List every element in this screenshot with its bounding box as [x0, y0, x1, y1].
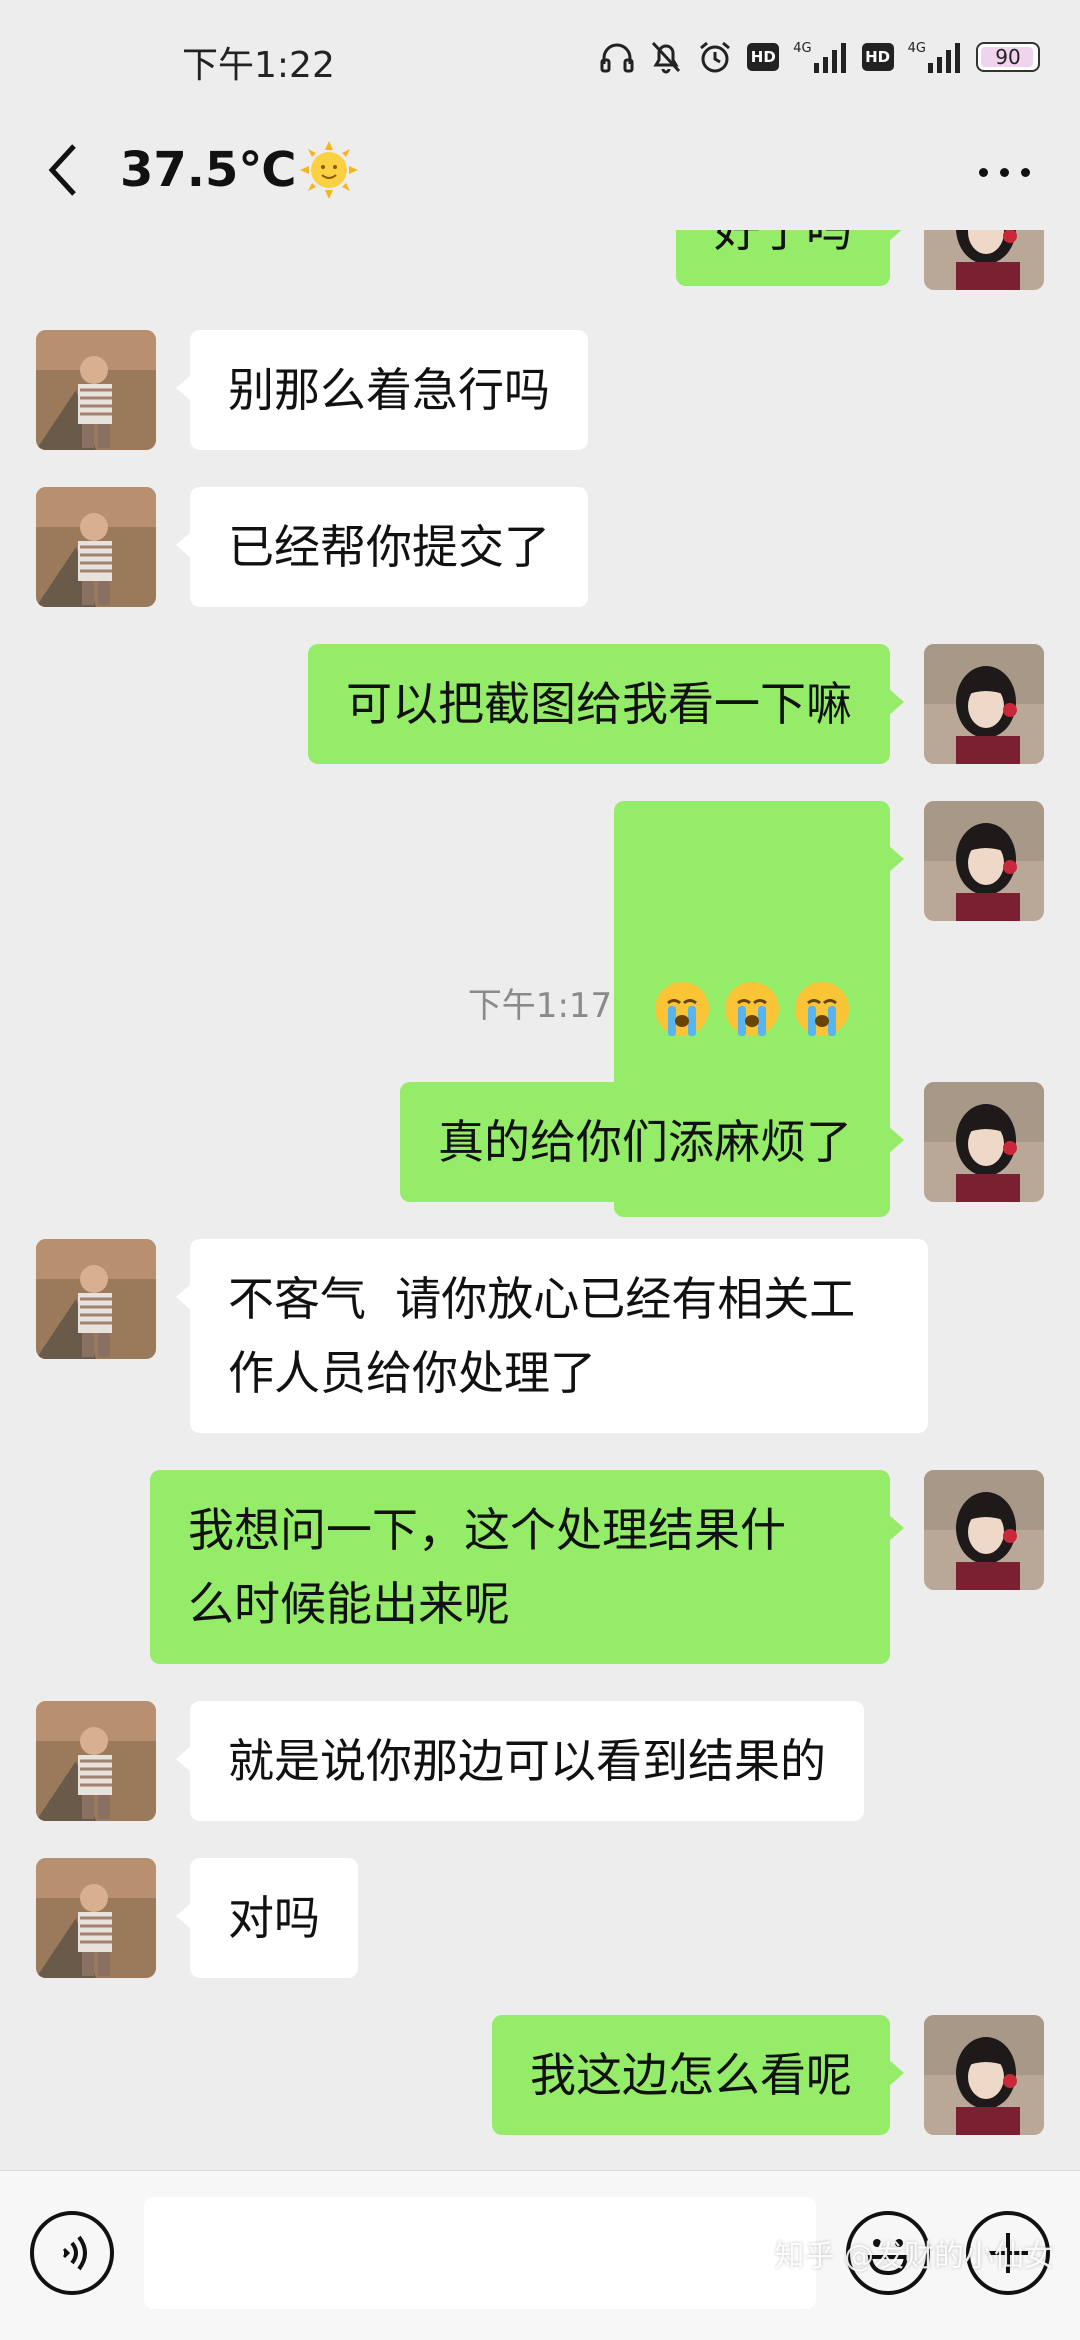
- message-row: 好了吗: [0, 230, 1080, 290]
- mute-bell-icon: [652, 41, 681, 74]
- message-row: 真的给你们添麻烦了: [0, 1082, 1080, 1202]
- message-row: 我这边怎么看呢: [0, 2015, 1080, 2135]
- battery-level: 90: [995, 45, 1021, 69]
- avatar-other[interactable]: [36, 1701, 156, 1821]
- sun-with-face-icon: [299, 141, 358, 199]
- sent-bubble[interactable]: 我想问一下，这个处理结果什 么时候能出来呢: [150, 1470, 904, 1664]
- back-button[interactable]: [38, 135, 88, 205]
- sent-bubble[interactable]: 我这边怎么看呢: [492, 2015, 904, 2135]
- message-row: 不客气 请你放心已经有相关工 作人员给你处理了: [0, 1239, 1080, 1435]
- avatar-other[interactable]: [36, 487, 156, 607]
- chat-title: 37.5℃: [120, 140, 359, 200]
- avatar-self[interactable]: [924, 1470, 1044, 1590]
- time-divider: 下午1:17: [467, 986, 613, 1026]
- input-bar: 知乎 @发财的小仙女: [0, 2170, 1080, 2340]
- chevron-left-icon: [48, 144, 76, 196]
- chat-header: 37.5℃: [0, 120, 1080, 230]
- received-bubble[interactable]: 对吗: [176, 1858, 358, 1978]
- avatar-self[interactable]: [924, 1082, 1044, 1202]
- hd-badge: HD: [747, 43, 780, 71]
- dot: [999, 167, 1009, 177]
- hd-badge-2: HD: [861, 43, 894, 71]
- more-options-button[interactable]: [964, 142, 1044, 202]
- status-bar: 下午1:22 HD 4G HD 4G 90: [0, 0, 1080, 120]
- avatar-other[interactable]: [36, 1239, 156, 1359]
- voice-icon: [62, 2235, 87, 2271]
- headphones-icon: [600, 43, 634, 73]
- avatar-boy-icon: [36, 1701, 156, 1821]
- dot: [978, 167, 988, 177]
- sent-bubble[interactable]: 真的给你们添麻烦了: [400, 1082, 904, 1202]
- status-time: 下午1:22: [182, 45, 335, 86]
- sent-bubble[interactable]: 可以把截图给我看一下嘛: [308, 644, 904, 764]
- received-bubble[interactable]: 别那么着急行吗: [176, 330, 588, 450]
- avatar-girl-icon: [924, 801, 1044, 921]
- signal-icon-2: [928, 43, 960, 73]
- avatar-other[interactable]: [36, 1858, 156, 1978]
- message-row: 别那么着急行吗: [0, 330, 1080, 450]
- sent-bubble[interactable]: 好了吗: [676, 230, 904, 286]
- message-row: 已经帮你提交了: [0, 487, 1080, 607]
- battery-icon: 90: [976, 42, 1040, 72]
- avatar-girl-icon: [924, 2015, 1044, 2135]
- avatar-boy-icon: [36, 1239, 156, 1359]
- received-bubble[interactable]: 就是说你那边可以看到结果的: [176, 1701, 864, 1821]
- watermark: 知乎 @发财的小仙女: [774, 2239, 1054, 2274]
- chat-title-text: 37.5℃: [120, 142, 297, 198]
- received-bubble[interactable]: 不客气 请你放心已经有相关工 作人员给你处理了: [176, 1239, 928, 1433]
- avatar-self[interactable]: [924, 644, 1044, 764]
- avatar-boy-icon: [36, 330, 156, 450]
- message-row: 我想问一下，这个处理结果什 么时候能出来呢: [0, 1470, 1080, 1666]
- message-row: 可以把截图给我看一下嘛: [0, 644, 1080, 764]
- signal-icon: [813, 43, 846, 73]
- message-row: 就是说你那边可以看到结果的: [0, 1701, 1080, 1821]
- avatar-girl-icon: [924, 644, 1044, 764]
- status-icons: HD 4G HD 4G 90: [599, 34, 1040, 80]
- message-row: 对吗: [0, 1858, 1080, 1978]
- signal-group-1: 4G: [793, 41, 847, 73]
- network-label: 4G: [793, 41, 812, 56]
- avatar-boy-icon: [36, 487, 156, 607]
- message-input[interactable]: [144, 2197, 816, 2309]
- avatar-girl-icon: [924, 230, 1044, 290]
- avatar-self[interactable]: [924, 801, 1044, 921]
- chat-messages[interactable]: 好了吗 别那么着急行吗 已经帮你提交了 可以把截图给我看一下嘛 下午1:17 真…: [0, 230, 1080, 2170]
- avatar-self[interactable]: [924, 2015, 1044, 2135]
- signal-group-2: 4G: [908, 41, 962, 73]
- alarm-icon: [700, 41, 731, 73]
- avatar-girl-icon: [924, 1082, 1044, 1202]
- message-row: [0, 801, 1080, 1217]
- network-label-2: 4G: [907, 41, 926, 56]
- voice-button[interactable]: [30, 2211, 114, 2295]
- dot: [1020, 167, 1030, 177]
- received-bubble[interactable]: 已经帮你提交了: [176, 487, 588, 607]
- avatar-boy-icon: [36, 1858, 156, 1978]
- avatar-self[interactable]: [924, 230, 1044, 290]
- avatar-other[interactable]: [36, 330, 156, 450]
- avatar-girl-icon: [924, 1470, 1044, 1590]
